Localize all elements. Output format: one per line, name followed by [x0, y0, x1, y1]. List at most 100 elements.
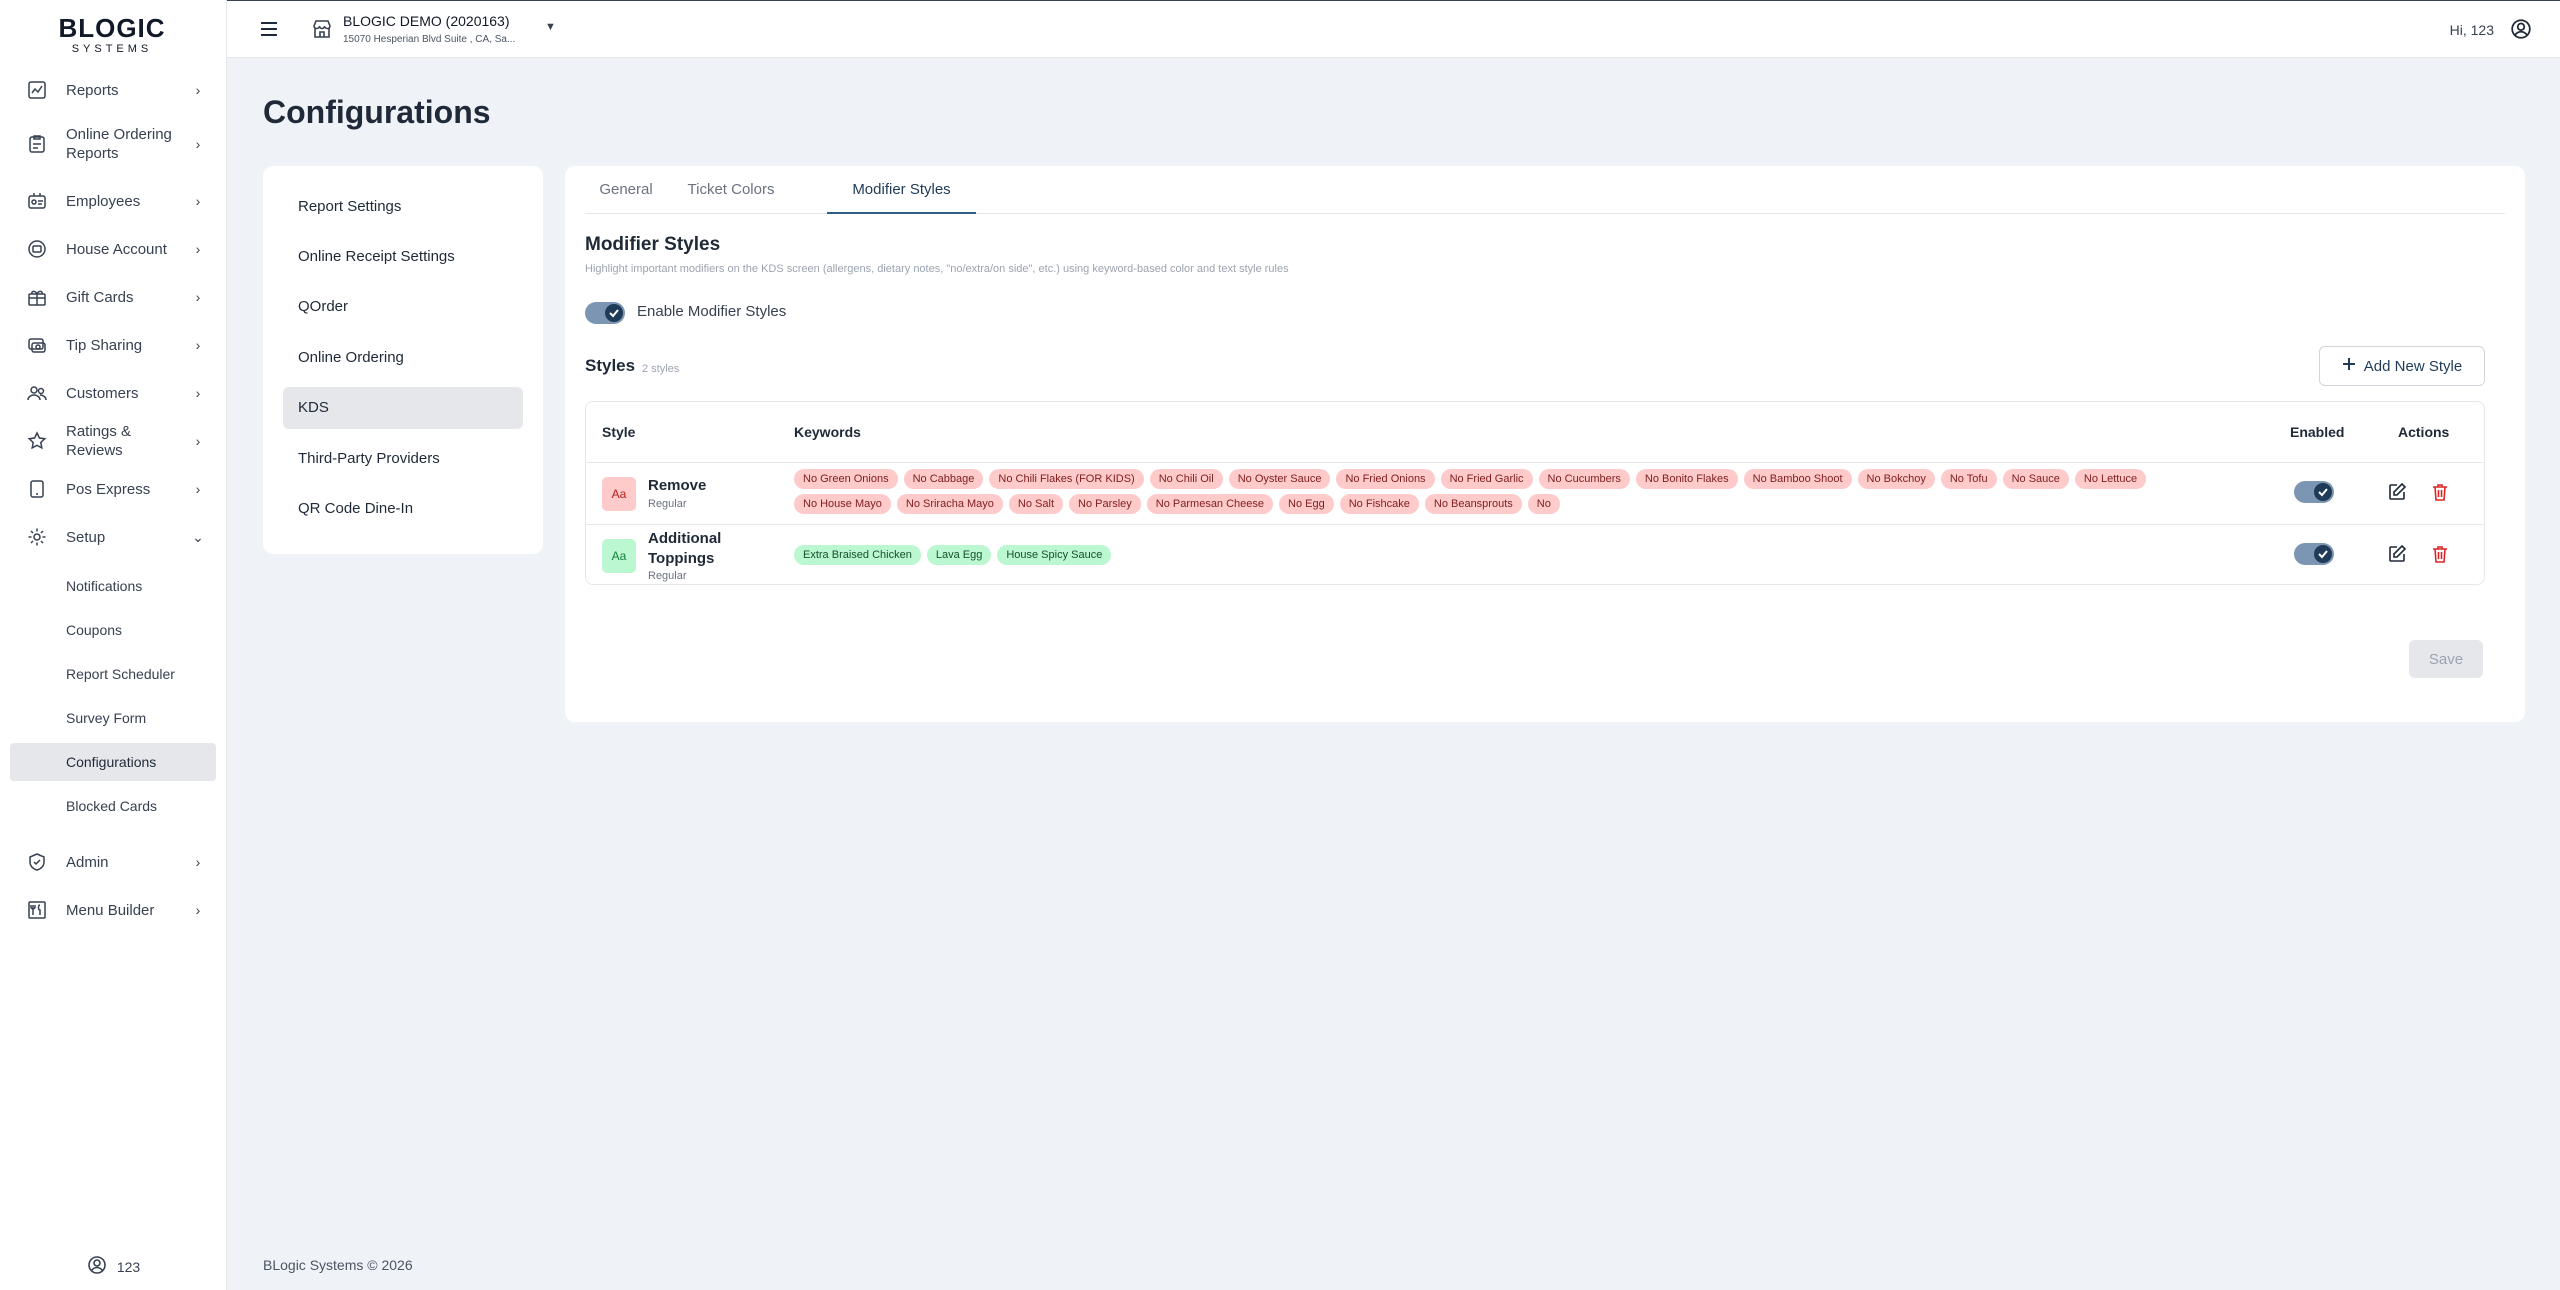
keyword-chip: No House Mayo	[794, 494, 891, 514]
config-menu-qr-code-dine-in[interactable]: QR Code Dine-In	[283, 488, 523, 530]
sidebar-item-label: Pos Express	[66, 480, 151, 498]
enable-modifier-styles-toggle[interactable]	[585, 302, 625, 324]
check-icon	[2314, 545, 2332, 563]
brand-tagline: SYSTEMS	[71, 43, 153, 55]
sidebar-item-employees[interactable]: Employees ›	[10, 190, 216, 212]
users-icon	[26, 382, 48, 404]
keyword-chip: No Parsley	[1069, 494, 1141, 514]
keyword-chip: No Beansprouts	[1424, 494, 1522, 514]
sidebar: BLOGIC SYSTEMS Reports › Online Ordering…	[0, 0, 227, 1290]
keyword-chip: No Fried Garlic	[1440, 469, 1533, 489]
chevron-right-icon: ›	[195, 82, 201, 98]
config-menu-report-settings[interactable]: Report Settings	[283, 186, 523, 228]
sidebar-item-ratings-reviews[interactable]: Ratings & Reviews ›	[10, 423, 216, 459]
styles-table: Style Keywords Enabled Actions Aa Remove…	[585, 401, 2485, 585]
config-menu-online-receipt-settings[interactable]: Online Receipt Settings	[283, 236, 523, 278]
sidebar-item-customers[interactable]: Customers ›	[10, 382, 216, 404]
sidebar-sub-report-scheduler[interactable]: Report Scheduler	[10, 655, 216, 693]
chevron-right-icon: ›	[195, 902, 201, 918]
sidebar-item-label: Menu Builder	[66, 901, 155, 919]
clipboard-report-icon	[26, 133, 48, 155]
store-icon	[311, 18, 333, 45]
style-enabled-toggle[interactable]	[2294, 481, 2334, 503]
column-header-enabled: Enabled	[2290, 424, 2345, 440]
chart-line-icon	[26, 79, 48, 101]
styles-count: 2 styles	[642, 363, 680, 375]
table-row: Aa Additional Toppings Regular Extra Bra…	[586, 524, 2484, 584]
sidebar-item-setup[interactable]: Setup ⌄	[10, 526, 216, 548]
sidebar-item-admin[interactable]: Admin ›	[10, 851, 216, 873]
sidebar-item-label: Admin	[66, 853, 109, 871]
chevron-right-icon: ›	[195, 481, 201, 497]
sidebar-item-label: Online Ordering Reports	[66, 126, 172, 162]
sidebar-item-online-ordering-reports[interactable]: Online Ordering Reports ›	[10, 124, 216, 164]
styles-heading: Styles	[585, 356, 636, 375]
sidebar-item-label: Employees	[66, 192, 141, 210]
user-circle-icon[interactable]	[2510, 18, 2532, 45]
brand-logo[interactable]: BLOGIC SYSTEMS	[52, 14, 172, 56]
sidebar-sub-configurations[interactable]: Configurations	[10, 743, 216, 781]
shield-icon	[26, 851, 48, 873]
keyword-chip: No Fried Onions	[1336, 469, 1435, 489]
page-title: Configurations	[263, 94, 491, 130]
sidebar-item-reports[interactable]: Reports ›	[10, 79, 216, 101]
store-name[interactable]: BLOGIC DEMO (2020163)	[343, 13, 510, 29]
keyword-chip: House Spicy Sauce	[997, 545, 1112, 565]
sidebar-item-label: Reports	[66, 81, 119, 99]
tab-modifier-styles[interactable]: Modifier Styles	[827, 166, 976, 214]
edit-icon[interactable]	[2386, 481, 2408, 503]
sidebar-item-label: Tip Sharing	[66, 336, 143, 354]
chevron-down-icon: ⌄	[192, 528, 204, 545]
tab-ticket-colors[interactable]: Ticket Colors	[673, 166, 789, 214]
trash-icon[interactable]	[2429, 481, 2451, 503]
sidebar-item-label: House Account	[66, 240, 167, 258]
style-subtitle: Regular	[648, 498, 687, 510]
trash-icon[interactable]	[2429, 543, 2451, 565]
config-menu-online-ordering[interactable]: Online Ordering	[283, 337, 523, 379]
sidebar-sub-survey-form[interactable]: Survey Form	[10, 699, 216, 737]
config-menu-third-party-providers[interactable]: Third-Party Providers	[283, 438, 523, 480]
device-icon	[26, 478, 48, 500]
style-preview-badge: Aa	[602, 477, 636, 511]
sidebar-item-gift-cards[interactable]: Gift Cards ›	[10, 286, 216, 308]
keyword-chip: No Bamboo Shoot	[1743, 469, 1852, 489]
check-icon	[2314, 483, 2332, 501]
add-new-style-button[interactable]: Add New Style	[2319, 346, 2485, 386]
sidebar-item-tip-sharing[interactable]: Tip Sharing ›	[10, 334, 216, 356]
user-circle-icon	[87, 1255, 107, 1278]
keyword-list: No Green Onions No Cabbage No Chili Flakes…	[794, 469, 2214, 514]
caret-down-icon[interactable]: ▼	[545, 21, 556, 33]
style-enabled-toggle[interactable]	[2294, 543, 2334, 565]
add-new-style-label: Add New Style	[2363, 357, 2463, 375]
tab-general[interactable]: General	[589, 166, 663, 214]
keyword-chip: No Sauce	[2002, 469, 2069, 489]
top-bar: BLOGIC DEMO (2020163) 15070 Hesperian Bl…	[227, 0, 2560, 58]
hamburger-menu-icon[interactable]	[259, 19, 279, 39]
sidebar-item-menu-builder[interactable]: Menu Builder ›	[10, 899, 216, 921]
sidebar-sub-coupons[interactable]: Coupons	[10, 611, 216, 649]
keyword-chip: No Bokchoy	[1857, 469, 1935, 489]
edit-icon[interactable]	[2386, 543, 2408, 565]
config-menu-qorder[interactable]: QOrder	[283, 286, 523, 328]
enable-modifier-styles-label: Enable Modifier Styles	[637, 303, 787, 320]
user-greeting: Hi, 123	[2449, 22, 2494, 38]
config-menu-kds[interactable]: KDS	[283, 387, 523, 429]
sidebar-sub-blocked-cards[interactable]: Blocked Cards	[10, 787, 216, 825]
save-button[interactable]: Save	[2409, 640, 2483, 678]
keyword-chip: No Cabbage	[903, 469, 984, 489]
plus-icon	[2342, 357, 2356, 375]
sidebar-user[interactable]: 123	[0, 1255, 227, 1278]
sidebar-item-house-account[interactable]: House Account ›	[10, 238, 216, 260]
gear-icon	[26, 526, 48, 548]
keyword-chip: No Sriracha Mayo	[896, 494, 1003, 514]
sidebar-item-pos-express[interactable]: Pos Express ›	[10, 478, 216, 500]
column-header-keywords: Keywords	[794, 424, 861, 440]
keyword-chip: No	[1527, 494, 1560, 514]
section-title: Modifier Styles	[585, 234, 721, 255]
id-badge-icon	[26, 190, 48, 212]
keyword-chip: No Lettuce	[2074, 469, 2147, 489]
sidebar-sub-notifications[interactable]: Notifications	[10, 567, 216, 605]
config-menu: Report Settings Online Receipt Settings …	[263, 166, 543, 554]
column-header-actions: Actions	[2398, 424, 2450, 440]
sidebar-item-label: Ratings & Reviews	[66, 423, 132, 459]
